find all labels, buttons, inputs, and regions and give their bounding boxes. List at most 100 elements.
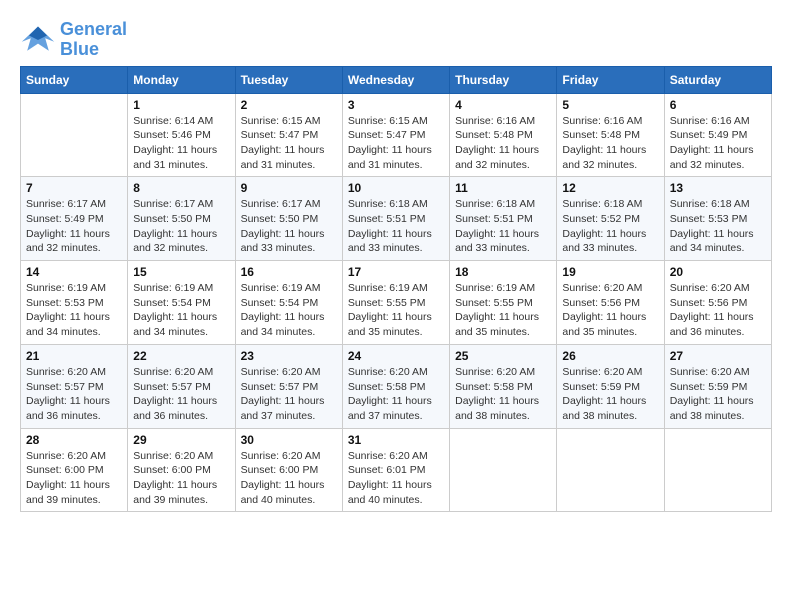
- calendar-cell: [664, 428, 771, 512]
- calendar-cell: 5 Sunrise: 6:16 AMSunset: 5:48 PMDaylight…: [557, 93, 664, 177]
- day-number: 29: [133, 433, 229, 447]
- day-number: 5: [562, 98, 658, 112]
- day-number: 30: [241, 433, 337, 447]
- day-number: 14: [26, 265, 122, 279]
- calendar-week-row: 28Sunrise: 6:20 AMSunset: 6:00 PMDayligh…: [21, 428, 772, 512]
- day-number: 11: [455, 181, 551, 195]
- calendar-cell: 11 Sunrise: 6:18 AMSunset: 5:51 PMDayligh…: [450, 177, 557, 261]
- day-number: 21: [26, 349, 122, 363]
- day-number: 26: [562, 349, 658, 363]
- day-info: Sunrise: 6:17 AMSunset: 5:50 PMDaylight:…: [133, 197, 229, 256]
- calendar-cell: 16 Sunrise: 6:19 AMSunset: 5:54 PMDayligh…: [235, 261, 342, 345]
- day-info: Sunrise: 6:19 AMSunset: 5:54 PMDaylight:…: [241, 281, 337, 340]
- calendar-cell: 22Sunrise: 6:20 AMSunset: 5:57 PMDayligh…: [128, 344, 235, 428]
- day-info: Sunrise: 6:15 AMSunset: 5:47 PMDaylight:…: [348, 114, 444, 173]
- day-info: Sunrise: 6:17 AMSunset: 5:50 PMDaylight:…: [241, 197, 337, 256]
- day-info: Sunrise: 6:16 AMSunset: 5:48 PMDaylight:…: [562, 114, 658, 173]
- day-number: 25: [455, 349, 551, 363]
- calendar-cell: 29 Sunrise: 6:20 AMSunset: 6:00 PMDayligh…: [128, 428, 235, 512]
- calendar-cell: 15 Sunrise: 6:19 AMSunset: 5:54 PMDayligh…: [128, 261, 235, 345]
- day-info: Sunrise: 6:20 AMSunset: 6:00 PMDaylight:…: [133, 449, 229, 508]
- day-info: Sunrise: 6:14 AMSunset: 5:46 PMDaylight:…: [133, 114, 229, 173]
- calendar-cell: 3 Sunrise: 6:15 AMSunset: 5:47 PMDaylight…: [342, 93, 449, 177]
- calendar-cell: 1 Sunrise: 6:14 AMSunset: 5:46 PMDaylight…: [128, 93, 235, 177]
- day-number: 12: [562, 181, 658, 195]
- calendar-cell: 20 Sunrise: 6:20 AMSunset: 5:56 PMDayligh…: [664, 261, 771, 345]
- logo-text: General Blue: [60, 20, 127, 60]
- calendar-week-row: 21 Sunrise: 6:20 AMSunset: 5:57 PMDayligh…: [21, 344, 772, 428]
- calendar-day-header: Tuesday: [235, 66, 342, 93]
- day-info: Sunrise: 6:20 AMSunset: 5:58 PMDaylight:…: [455, 365, 551, 424]
- day-number: 10: [348, 181, 444, 195]
- calendar-cell: 31 Sunrise: 6:20 AMSunset: 6:01 PMDayligh…: [342, 428, 449, 512]
- day-info: Sunrise: 6:19 AMSunset: 5:54 PMDaylight:…: [133, 281, 229, 340]
- day-number: 24: [348, 349, 444, 363]
- calendar-cell: 8 Sunrise: 6:17 AMSunset: 5:50 PMDaylight…: [128, 177, 235, 261]
- calendar-cell: [21, 93, 128, 177]
- day-number: 15: [133, 265, 229, 279]
- day-number: 13: [670, 181, 766, 195]
- calendar-week-row: 1 Sunrise: 6:14 AMSunset: 5:46 PMDaylight…: [21, 93, 772, 177]
- calendar-cell: 23Sunrise: 6:20 AMSunset: 5:57 PMDayligh…: [235, 344, 342, 428]
- day-info: Sunrise: 6:20 AMSunset: 5:57 PMDaylight:…: [26, 365, 122, 424]
- calendar-day-header: Sunday: [21, 66, 128, 93]
- day-info: Sunrise: 6:20 AMSunset: 6:00 PMDaylight:…: [241, 449, 337, 508]
- calendar-day-header: Saturday: [664, 66, 771, 93]
- calendar-cell: 27Sunrise: 6:20 AMSunset: 5:59 PMDayligh…: [664, 344, 771, 428]
- day-info: Sunrise: 6:20 AMSunset: 5:59 PMDaylight:…: [562, 365, 658, 424]
- calendar-cell: 30 Sunrise: 6:20 AMSunset: 6:00 PMDayligh…: [235, 428, 342, 512]
- calendar-table: SundayMondayTuesdayWednesdayThursdayFrid…: [20, 66, 772, 513]
- day-info: Sunrise: 6:19 AMSunset: 5:53 PMDaylight:…: [26, 281, 122, 340]
- day-number: 16: [241, 265, 337, 279]
- calendar-header-row: SundayMondayTuesdayWednesdayThursdayFrid…: [21, 66, 772, 93]
- calendar-week-row: 14 Sunrise: 6:19 AMSunset: 5:53 PMDayligh…: [21, 261, 772, 345]
- day-info: Sunrise: 6:20 AMSunset: 5:57 PMDaylight:…: [133, 365, 229, 424]
- day-info: Sunrise: 6:20 AMSunset: 5:57 PMDaylight:…: [241, 365, 337, 424]
- calendar-day-header: Friday: [557, 66, 664, 93]
- day-info: Sunrise: 6:20 AMSunset: 5:59 PMDaylight:…: [670, 365, 766, 424]
- calendar-cell: 10Sunrise: 6:18 AMSunset: 5:51 PMDayligh…: [342, 177, 449, 261]
- day-number: 31: [348, 433, 444, 447]
- calendar-cell: 17 Sunrise: 6:19 AMSunset: 5:55 PMDayligh…: [342, 261, 449, 345]
- day-info: Sunrise: 6:20 AMSunset: 5:56 PMDaylight:…: [670, 281, 766, 340]
- day-number: 8: [133, 181, 229, 195]
- day-info: Sunrise: 6:16 AMSunset: 5:48 PMDaylight:…: [455, 114, 551, 173]
- calendar-cell: 2 Sunrise: 6:15 AMSunset: 5:47 PMDaylight…: [235, 93, 342, 177]
- calendar-cell: 12 Sunrise: 6:18 AMSunset: 5:52 PMDayligh…: [557, 177, 664, 261]
- day-info: Sunrise: 6:20 AMSunset: 5:58 PMDaylight:…: [348, 365, 444, 424]
- calendar-cell: 19Sunrise: 6:20 AMSunset: 5:56 PMDayligh…: [557, 261, 664, 345]
- calendar-cell: [557, 428, 664, 512]
- calendar-cell: 25 Sunrise: 6:20 AMSunset: 5:58 PMDayligh…: [450, 344, 557, 428]
- calendar-cell: [450, 428, 557, 512]
- calendar-cell: 28Sunrise: 6:20 AMSunset: 6:00 PMDayligh…: [21, 428, 128, 512]
- day-info: Sunrise: 6:18 AMSunset: 5:51 PMDaylight:…: [455, 197, 551, 256]
- day-number: 7: [26, 181, 122, 195]
- day-info: Sunrise: 6:19 AMSunset: 5:55 PMDaylight:…: [348, 281, 444, 340]
- calendar-cell: 14 Sunrise: 6:19 AMSunset: 5:53 PMDayligh…: [21, 261, 128, 345]
- calendar-cell: 9 Sunrise: 6:17 AMSunset: 5:50 PMDaylight…: [235, 177, 342, 261]
- day-info: Sunrise: 6:20 AMSunset: 6:00 PMDaylight:…: [26, 449, 122, 508]
- calendar-cell: 26 Sunrise: 6:20 AMSunset: 5:59 PMDayligh…: [557, 344, 664, 428]
- day-info: Sunrise: 6:15 AMSunset: 5:47 PMDaylight:…: [241, 114, 337, 173]
- day-number: 6: [670, 98, 766, 112]
- day-number: 1: [133, 98, 229, 112]
- logo-icon: [20, 22, 56, 58]
- day-number: 9: [241, 181, 337, 195]
- day-info: Sunrise: 6:19 AMSunset: 5:55 PMDaylight:…: [455, 281, 551, 340]
- day-info: Sunrise: 6:18 AMSunset: 5:52 PMDaylight:…: [562, 197, 658, 256]
- calendar-cell: 7 Sunrise: 6:17 AMSunset: 5:49 PMDaylight…: [21, 177, 128, 261]
- day-number: 2: [241, 98, 337, 112]
- day-number: 20: [670, 265, 766, 279]
- calendar-day-header: Monday: [128, 66, 235, 93]
- day-number: 3: [348, 98, 444, 112]
- calendar-cell: 21 Sunrise: 6:20 AMSunset: 5:57 PMDayligh…: [21, 344, 128, 428]
- calendar-cell: 6Sunrise: 6:16 AMSunset: 5:49 PMDaylight…: [664, 93, 771, 177]
- logo: General Blue: [20, 20, 127, 60]
- calendar-cell: 13 Sunrise: 6:18 AMSunset: 5:53 PMDayligh…: [664, 177, 771, 261]
- day-info: Sunrise: 6:17 AMSunset: 5:49 PMDaylight:…: [26, 197, 122, 256]
- page-header: General Blue: [20, 20, 772, 60]
- day-info: Sunrise: 6:20 AMSunset: 5:56 PMDaylight:…: [562, 281, 658, 340]
- day-number: 17: [348, 265, 444, 279]
- day-info: Sunrise: 6:18 AMSunset: 5:53 PMDaylight:…: [670, 197, 766, 256]
- day-info: Sunrise: 6:20 AMSunset: 6:01 PMDaylight:…: [348, 449, 444, 508]
